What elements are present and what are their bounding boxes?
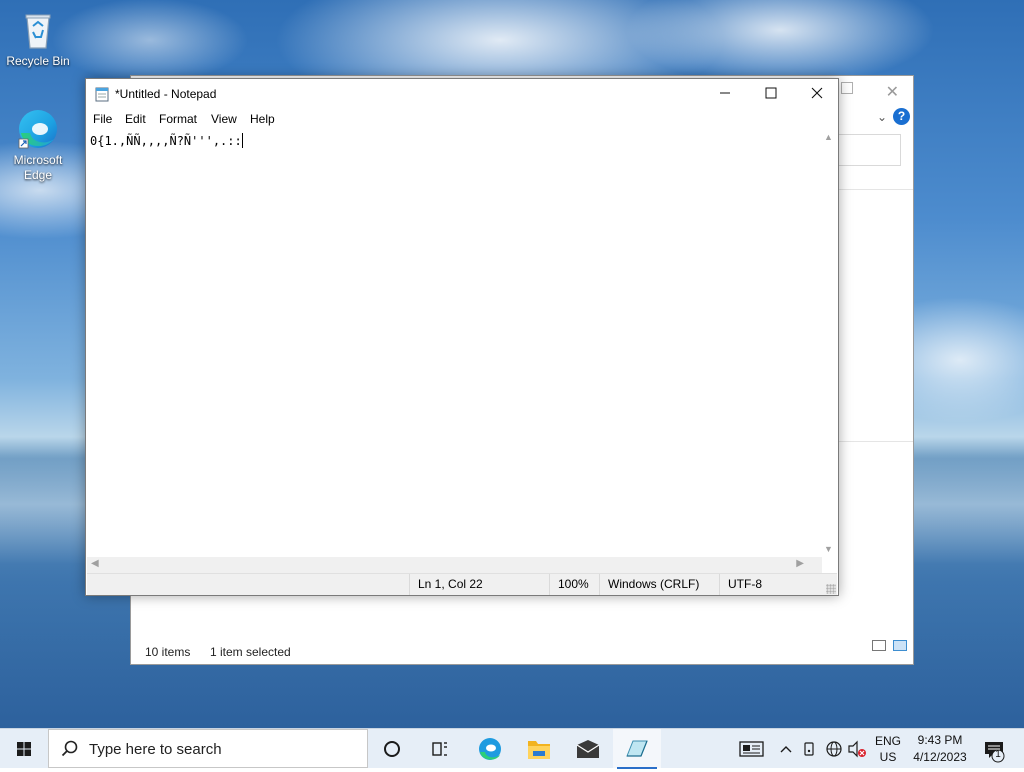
news-icon <box>739 741 764 757</box>
minimize-button[interactable] <box>702 79 748 109</box>
clock[interactable]: 9:43 PM 4/12/2023 <box>908 729 972 769</box>
menu-help[interactable]: Help <box>250 112 275 126</box>
horizontal-scrollbar[interactable]: ◀ ▶ <box>87 557 822 573</box>
taskbar-edge-button[interactable] <box>466 729 514 769</box>
edge-icon <box>479 738 501 760</box>
notification-count: 1 <box>995 749 1001 760</box>
details-view-icon[interactable] <box>871 640 886 651</box>
maximize-button[interactable] <box>748 79 794 109</box>
menu-file[interactable]: File <box>93 112 112 126</box>
cortana-button[interactable] <box>368 729 416 769</box>
menu-bar: File Edit Format View Help <box>86 109 838 129</box>
view-toggle <box>868 635 907 659</box>
volume-button[interactable] <box>846 729 868 769</box>
edge-label-line1: Microsoft <box>13 153 63 167</box>
file-explorer-icon <box>528 741 550 759</box>
volume-muted-icon <box>848 740 866 758</box>
cursor-position: Ln 1, Col 22 <box>409 574 549 595</box>
taskbar-search-box[interactable]: Type here to search <box>48 729 368 768</box>
zoom-level: 100% <box>549 574 599 595</box>
scroll-left-icon[interactable]: ◀ <box>91 558 99 569</box>
news-widget-button[interactable] <box>736 729 768 769</box>
language-indicator[interactable]: ENG US <box>870 729 906 769</box>
notepad-window[interactable]: *Untitled - Notepad File Edit Format Vie… <box>85 78 839 596</box>
status-bar: 10 items 1 item selected <box>131 640 913 664</box>
clock-time: 9:43 PM <box>917 733 963 747</box>
search-placeholder: Type here to search <box>89 741 222 758</box>
maximize-icon <box>765 87 777 99</box>
menu-format[interactable]: Format <box>159 112 197 126</box>
mail-icon <box>576 740 600 758</box>
menu-edit[interactable]: Edit <box>125 112 146 126</box>
clock-date: 4/12/2023 <box>913 750 967 764</box>
recycle-bin-shortcut[interactable]: Recycle Bin <box>0 8 76 69</box>
edge-label-line2: Edge <box>23 168 53 182</box>
selection-count: 1 item selected <box>210 645 291 659</box>
taskbar-notepad-button[interactable] <box>613 729 661 769</box>
start-button[interactable] <box>0 729 48 769</box>
text-editor[interactable]: 0{1.,ÑÑ,,,,Ñ?Ñ''',.:: <box>87 129 823 557</box>
microsoft-edge-shortcut[interactable]: Microsoft Edge <box>0 107 76 183</box>
menu-view[interactable]: View <box>211 112 237 126</box>
task-view-button[interactable] <box>416 729 464 769</box>
scroll-up-icon[interactable]: ▲ <box>824 132 833 142</box>
chevron-down-icon[interactable]: ⌄ <box>877 110 887 124</box>
divider <box>833 441 913 442</box>
text-caret <box>241 133 243 148</box>
network-button[interactable] <box>823 729 845 769</box>
search-icon <box>61 740 78 757</box>
title-bar[interactable]: *Untitled - Notepad <box>86 79 838 109</box>
scroll-down-icon[interactable]: ▼ <box>824 544 833 554</box>
maximize-icon[interactable] <box>841 82 853 94</box>
divider <box>833 189 913 190</box>
large-icons-view-icon[interactable] <box>893 640 907 651</box>
language-code: ENG <box>874 734 901 748</box>
minimize-icon <box>720 92 730 94</box>
device-icon <box>804 742 814 756</box>
item-count: 10 items <box>145 645 191 659</box>
line-ending: Windows (CRLF) <box>599 574 719 595</box>
task-view-icon <box>432 742 447 756</box>
vertical-scrollbar[interactable]: ▲ ▼ <box>821 129 837 557</box>
windows-logo-icon <box>17 742 31 756</box>
encoding: UTF-8 <box>719 574 824 595</box>
resize-grip[interactable] <box>826 584 836 594</box>
taskbar-file-explorer-button[interactable] <box>515 729 563 769</box>
notepad-icon <box>626 740 648 757</box>
taskbar: Type here to search ENG US 9:43 PM 4/12/… <box>0 728 1024 769</box>
scroll-right-icon[interactable]: ▶ <box>796 558 804 569</box>
search-input[interactable] <box>829 134 901 166</box>
cortana-icon <box>384 741 400 757</box>
tray-device-button[interactable] <box>800 729 820 769</box>
chevron-up-icon <box>780 746 792 753</box>
recycle-bin-label: Recycle Bin <box>6 54 70 68</box>
taskbar-mail-button[interactable] <box>564 729 612 769</box>
status-bar: Ln 1, Col 22 100% Windows (CRLF) UTF-8 <box>87 573 837 595</box>
region-code: US <box>879 750 897 764</box>
close-icon[interactable]: ✕ <box>886 82 899 102</box>
help-icon[interactable]: ? <box>893 108 910 125</box>
notepad-app-icon <box>95 86 110 102</box>
globe-icon <box>826 741 842 757</box>
action-center-button[interactable]: 1 <box>976 729 1016 769</box>
close-icon <box>811 87 823 99</box>
edge-icon <box>16 107 60 151</box>
recycle-bin-icon <box>16 8 60 52</box>
close-button[interactable] <box>794 79 840 109</box>
window-title: *Untitled - Notepad <box>115 87 217 101</box>
show-hidden-icons-button[interactable] <box>776 729 796 769</box>
editor-content: 0{1.,ÑÑ,,,,Ñ?Ñ''',.:: <box>90 134 242 148</box>
